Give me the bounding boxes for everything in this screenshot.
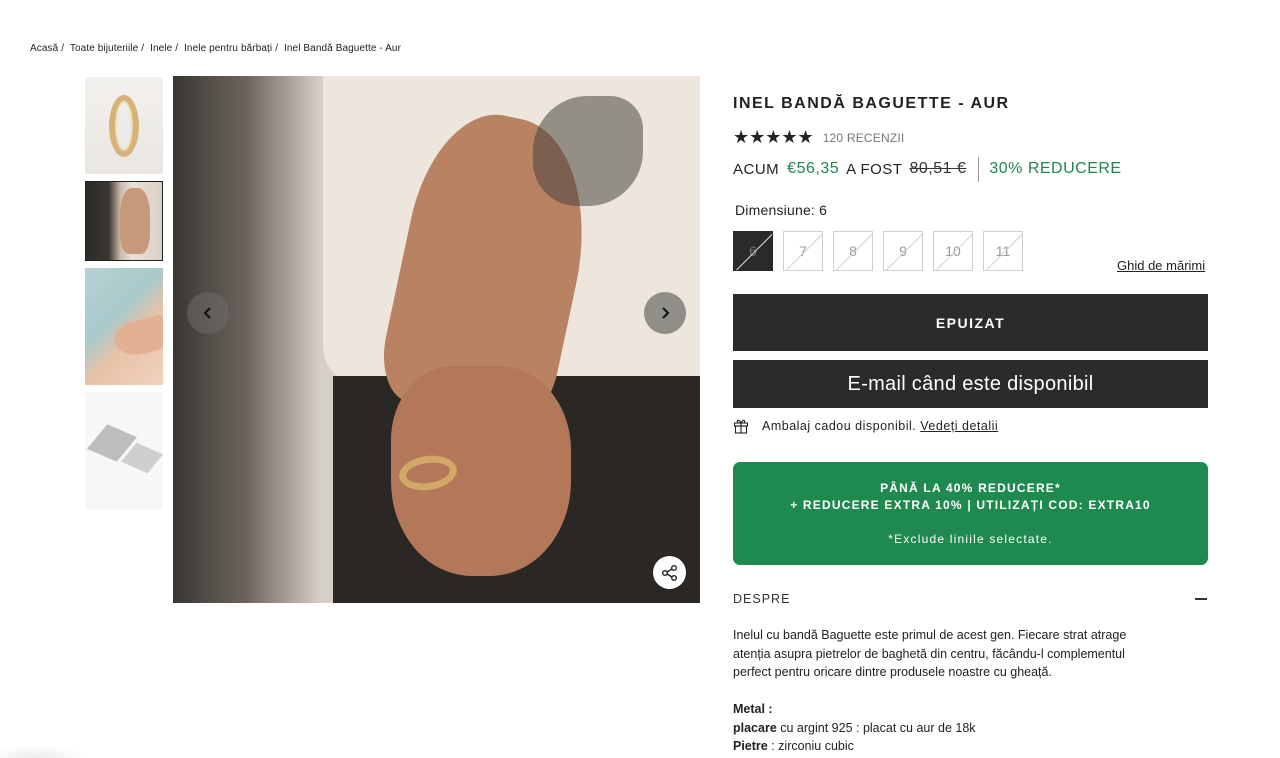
promo-line-1: PÂNĂ LA 40% REDUCERE* — [880, 481, 1061, 495]
plating-label: placare — [733, 720, 777, 735]
price-divider — [978, 156, 980, 182]
size-option-7[interactable]: 7 — [783, 231, 823, 271]
share-icon — [661, 564, 677, 581]
metal-label: Metal : — [733, 702, 773, 716]
about-text: Inelul cu bandă Baguette este primul de … — [733, 628, 1127, 680]
promo-banner: PÂNĂ LA 40% REDUCERE* + REDUCERE EXTRA 1… — [733, 462, 1208, 565]
collapse-minus-icon — [1195, 598, 1207, 600]
chevron-left-icon — [203, 307, 211, 319]
discount-badge: 30% REDUCERE — [989, 160, 1122, 177]
gallery-prev-button[interactable] — [187, 292, 229, 334]
size-label: Dimensiune: 6 — [735, 202, 828, 218]
thumbnail-model[interactable] — [85, 268, 163, 385]
price-row: ACUM €56,35 A FOST 80,51 € 30% REDUCERE — [733, 156, 1122, 182]
size-option-8[interactable]: 8 — [833, 231, 873, 271]
sold-out-button[interactable]: EPUIZAT — [733, 294, 1208, 351]
share-button[interactable] — [653, 556, 686, 589]
size-selector: 6 7 8 9 10 11 — [733, 231, 1033, 271]
product-title: INEL BANDĂ BAGUETTE - AUR — [733, 95, 1010, 112]
breadcrumb-rings[interactable]: Inele — [150, 43, 172, 54]
promo-note: *Exclude liniile selectate. — [888, 532, 1053, 546]
about-heading: DESPRE — [733, 592, 791, 606]
breadcrumb-all-jewelry[interactable]: Toate bijuteriile — [70, 43, 138, 54]
thumbnail-packaging[interactable] — [85, 392, 163, 509]
about-description: Inelul cu bandă Baguette este primul de … — [733, 626, 1133, 682]
stones-value: : zirconiu cubic — [767, 739, 854, 754]
size-guide-link[interactable]: Ghid de mărimi — [1117, 258, 1205, 273]
gift-wrap-info: Ambalaj cadou disponibil. Vedeți detalii — [733, 418, 998, 434]
breadcrumb-home[interactable]: Acasă — [30, 43, 58, 54]
size-option-9[interactable]: 9 — [883, 231, 923, 271]
thumbnail-ring[interactable] — [85, 77, 163, 174]
star-rating-icon: ★★★★★ — [733, 127, 814, 147]
size-option-10[interactable]: 10 — [933, 231, 973, 271]
size-option-11[interactable]: 11 — [983, 231, 1023, 271]
thumbnail-gallery — [85, 77, 163, 516]
notify-when-available-button[interactable]: E-mail când este disponibil — [733, 360, 1208, 408]
breadcrumb-mens-rings[interactable]: Inele pentru bărbați — [184, 43, 272, 54]
plating-value: cu argint 925 : placat cu aur de 18k — [776, 720, 976, 735]
corner-shadow — [0, 745, 90, 758]
about-accordion-toggle[interactable]: DESPRE — [733, 592, 1208, 606]
breadcrumb: Acasă / Toate bijuteriile / Inele / Inele p… — [30, 43, 402, 54]
chevron-right-icon — [662, 307, 670, 319]
thumbnail-hand-selected[interactable] — [85, 181, 163, 261]
price-was-label: A FOST — [846, 160, 903, 178]
size-option-6[interactable]: 6 — [733, 231, 773, 271]
product-rating[interactable]: ★★★★★ 120 RECENZII — [733, 127, 904, 148]
gift-icon — [733, 419, 749, 434]
gift-details-link[interactable]: Vedeți detalii — [920, 419, 998, 433]
gallery-next-button[interactable] — [644, 292, 686, 334]
breadcrumb-current: Inel Bandă Baguette - Aur — [284, 43, 402, 54]
product-main-image — [173, 76, 700, 603]
price-now-label: ACUM — [733, 160, 780, 178]
price-was: 80,51 € — [909, 160, 967, 177]
stones-label: Pietre — [733, 739, 768, 754]
review-count[interactable]: 120 RECENZII — [823, 131, 905, 145]
gift-wrap-text: Ambalaj cadou disponibil. — [762, 419, 917, 433]
promo-line-2: + REDUCERE EXTRA 10% | UTILIZAȚI COD: EX… — [790, 498, 1151, 512]
price-now: €56,35 — [787, 160, 840, 177]
product-specs: Metal : placare cu argint 925 : placat c… — [733, 700, 976, 756]
